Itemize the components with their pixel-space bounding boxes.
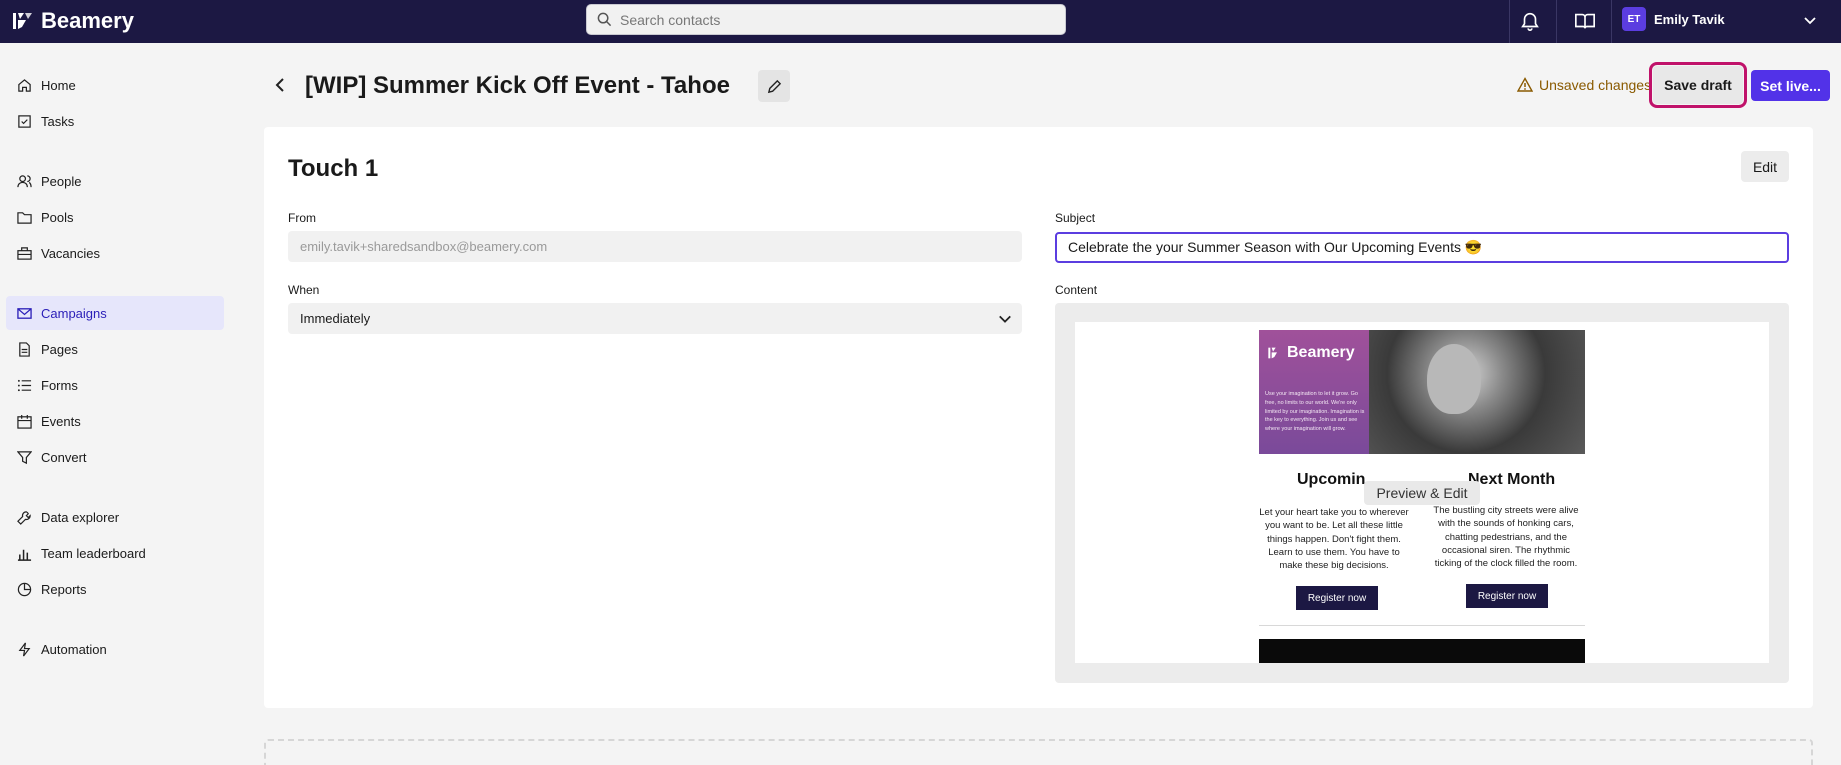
sidebar-item-label: Campaigns	[41, 305, 107, 321]
wrench-icon	[17, 510, 31, 525]
search-bar[interactable]	[586, 4, 1066, 35]
edit-touch-button[interactable]: Edit	[1741, 151, 1789, 182]
subject-label: Subject	[1055, 211, 1096, 225]
user-menu[interactable]: ET Emily Tavik	[1622, 7, 1725, 31]
back-arrow-icon[interactable]	[272, 76, 288, 94]
register-now-button: Register now	[1296, 586, 1378, 610]
mail-icon	[17, 307, 32, 319]
sidebar-item-forms[interactable]: Forms	[6, 368, 224, 402]
brand-logo[interactable]: Beamery	[11, 8, 134, 34]
save-draft-button[interactable]: Save draft	[1649, 62, 1747, 108]
sidebar-item-label: People	[41, 173, 82, 189]
home-icon	[18, 78, 31, 92]
sidebar-item-label: Pages	[41, 341, 78, 357]
from-field: emily.tavik+sharedsandbox@beamery.com	[288, 231, 1022, 262]
when-select[interactable]: Immediately	[288, 303, 1022, 334]
left-column-title: Upcomin	[1297, 471, 1366, 488]
portrait-image	[1427, 344, 1481, 414]
preview-edit-button[interactable]: Preview & Edit	[1364, 481, 1480, 505]
sidebar-item-convert[interactable]: Convert	[6, 440, 224, 474]
sidebar-item-team-leaderboard[interactable]: Team leaderboard	[6, 536, 224, 570]
briefcase-icon	[17, 246, 32, 260]
when-value: Immediately	[300, 311, 371, 326]
calendar-icon	[17, 414, 32, 429]
sidebar-item-home[interactable]: Home	[6, 68, 224, 102]
subject-input[interactable]: Celebrate the your Summer Season with Ou…	[1055, 232, 1789, 263]
topbar-divider	[1556, 0, 1557, 43]
sidebar-item-reports[interactable]: Reports	[6, 572, 224, 606]
unsaved-label: Unsaved changes	[1539, 77, 1652, 93]
search-input[interactable]	[620, 11, 1040, 28]
sidebar-item-campaigns[interactable]: Campaigns	[6, 296, 224, 330]
beamery-logo-icon	[1268, 347, 1277, 359]
sidebar-item-label: Reports	[41, 581, 87, 597]
avatar: ET	[1622, 7, 1646, 31]
bolt-icon	[18, 642, 31, 656]
sidebar-item-data-explorer[interactable]: Data explorer	[6, 500, 224, 534]
sidebar-item-label: Pools	[41, 209, 74, 225]
bar-chart-icon	[17, 549, 32, 561]
right-column-text: The bustling city streets were alive wit…	[1433, 505, 1579, 570]
sidebar-item-tasks[interactable]: Tasks	[6, 104, 224, 138]
topbar-divider	[1509, 0, 1510, 43]
page-icon	[19, 341, 30, 357]
register-now-button: Register now	[1466, 584, 1548, 608]
chevron-down-icon	[999, 315, 1011, 323]
sidebar-item-people[interactable]: People	[6, 164, 224, 198]
sidebar-item-label: Tasks	[41, 113, 75, 129]
sidebar-item-vacancies[interactable]: Vacancies	[6, 236, 224, 270]
sidebar-item-label: Automation	[41, 641, 107, 657]
email-divider	[1259, 625, 1585, 626]
sidebar-item-pools[interactable]: Pools	[6, 200, 224, 234]
top-bar: Beamery ET Emily Tavik	[0, 0, 1841, 43]
touch-title: Touch 1	[288, 155, 379, 182]
sidebar-item-label: Data explorer	[41, 509, 120, 525]
warning-icon	[1517, 77, 1533, 92]
unsaved-changes-indicator: Unsaved changes	[1517, 77, 1651, 93]
sidebar-item-label: Vacancies	[41, 245, 101, 261]
sidebar-item-label: Team leaderboard	[41, 545, 146, 561]
user-name: Emily Tavik	[1654, 11, 1725, 27]
search-icon	[597, 12, 612, 27]
pie-chart-icon	[17, 582, 32, 596]
sidebar: Home Tasks People Pools Vacancies Campai…	[0, 43, 230, 765]
sidebar-item-events[interactable]: Events	[6, 404, 224, 438]
add-touch-dropzone[interactable]	[264, 739, 1813, 765]
chevron-down-icon[interactable]	[1802, 12, 1818, 28]
left-column-text: Let your heart take you to wherever you …	[1259, 507, 1409, 572]
beamery-logo-icon	[13, 13, 32, 29]
sidebar-item-automation[interactable]: Automation	[6, 632, 224, 666]
email-footer-bar	[1259, 639, 1585, 663]
sidebar-item-label: Forms	[41, 377, 78, 393]
sidebar-item-label: Convert	[41, 449, 87, 465]
right-column-title: Next Month	[1468, 471, 1556, 488]
set-live-button[interactable]: Set live...	[1751, 70, 1830, 101]
topbar-divider	[1611, 0, 1612, 43]
email-logo-text: Beamery	[1287, 344, 1355, 361]
folder-icon	[17, 211, 32, 224]
when-label: When	[288, 283, 320, 297]
notifications-bell-icon[interactable]	[1517, 8, 1543, 34]
book-icon[interactable]	[1572, 8, 1598, 34]
content-label: Content	[1055, 283, 1098, 297]
pencil-icon	[767, 79, 781, 93]
brand-name: Beamery	[41, 8, 134, 33]
list-icon	[17, 379, 32, 391]
edit-title-button[interactable]	[758, 70, 790, 102]
sidebar-item-pages[interactable]: Pages	[6, 332, 224, 366]
page-title: [WIP] Summer Kick Off Event - Tahoe	[305, 72, 730, 99]
sidebar-item-label: Home	[41, 77, 76, 93]
funnel-icon	[17, 450, 32, 464]
email-logo: Beamery	[1267, 344, 1355, 362]
people-icon	[17, 174, 32, 187]
tasks-icon	[18, 114, 31, 128]
hero-text: Use your imagination to let it grow. Go …	[1265, 391, 1365, 433]
from-label: From	[288, 211, 316, 225]
sidebar-item-label: Events	[41, 413, 81, 429]
